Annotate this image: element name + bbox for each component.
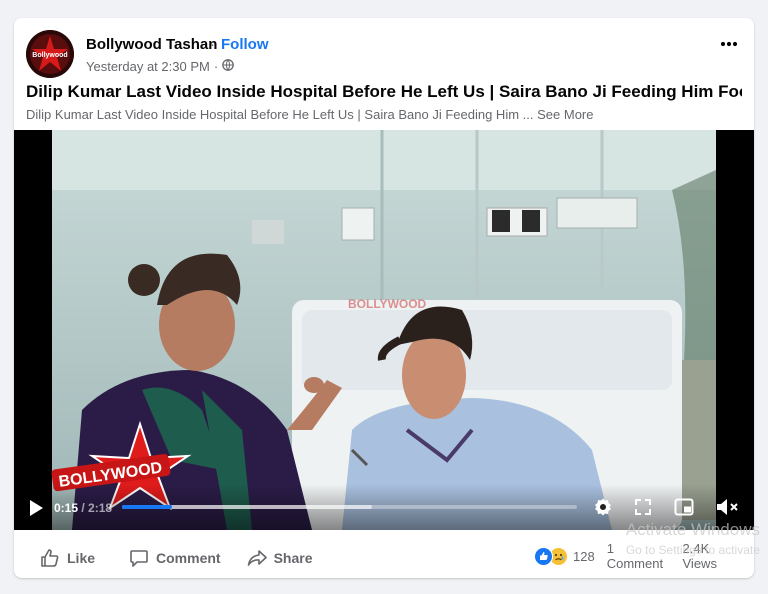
play-icon (30, 500, 43, 516)
pip-icon (674, 498, 694, 516)
share-icon (247, 550, 267, 566)
progress-played (122, 505, 173, 509)
post-description: Dilip Kumar Last Video Inside Hospital B… (26, 107, 742, 122)
comment-label: Comment (156, 550, 221, 566)
total-time: / 2:18 (81, 501, 113, 515)
comment-icon (130, 550, 148, 567)
settings-button[interactable] (591, 495, 615, 519)
share-label: Share (273, 550, 313, 566)
follow-button[interactable]: Follow (221, 36, 269, 53)
post-card: Bollywood Bollywood Tashan · Follow Yest… (14, 18, 754, 578)
like-reaction-icon (534, 546, 553, 566)
meta-separator: · (213, 59, 219, 74)
video-time: 0:15 / 2:18 (54, 501, 112, 515)
watermark-line1: Activate Windows (625, 520, 760, 539)
globe-icon (222, 59, 235, 74)
current-time: 0:15 (54, 501, 79, 515)
fullscreen-button[interactable] (631, 495, 655, 519)
like-button[interactable]: Like (28, 540, 107, 576)
svg-text:Bollywood: Bollywood (32, 52, 67, 59)
play-button[interactable] (26, 498, 46, 518)
bollywood-logo-icon: Bollywood (26, 30, 74, 78)
see-more-link[interactable]: See More (537, 107, 593, 122)
picture-in-picture-button[interactable] (672, 495, 696, 519)
comment-button[interactable]: Comment (117, 540, 233, 576)
name-separator: · (210, 36, 215, 53)
like-label: Like (67, 550, 96, 566)
video-watermark-text: BOLLYWOOD (348, 297, 427, 311)
windows-activation-watermark: Activate Windows Go to Settings to activ… (626, 520, 760, 560)
description-text: Dilip Kumar Last Video Inside Hospital B… (26, 107, 534, 122)
post-title: Dilip Kumar Last Video Inside Hospital B… (26, 82, 742, 101)
fullscreen-icon (635, 499, 651, 515)
share-button[interactable]: Share (235, 540, 325, 576)
more-dots-icon (720, 41, 738, 47)
reaction-icons[interactable] (534, 546, 568, 566)
page-name-link[interactable]: Bollywood Tashan (86, 36, 217, 53)
page-avatar[interactable]: Bollywood (26, 30, 74, 78)
like-icon (41, 549, 59, 567)
progress-bar[interactable] (122, 505, 577, 509)
post-actions: Like Comment Share (14, 538, 325, 578)
more-options-button[interactable] (714, 32, 744, 56)
post-timestamp[interactable]: Yesterday at 2:30 PM (86, 59, 210, 74)
post-meta: Yesterday at 2:30 PM · (86, 59, 235, 74)
settings-icon (595, 498, 611, 516)
mute-icon (717, 499, 738, 515)
mute-button[interactable] (714, 495, 740, 519)
reaction-count[interactable]: 128 (573, 549, 595, 564)
watermark-line2: Go to Settings to activate (625, 543, 760, 557)
video-player[interactable]: BOLLYWOOD BOLLYWOOD 0:15 / 2:18 (14, 130, 754, 530)
